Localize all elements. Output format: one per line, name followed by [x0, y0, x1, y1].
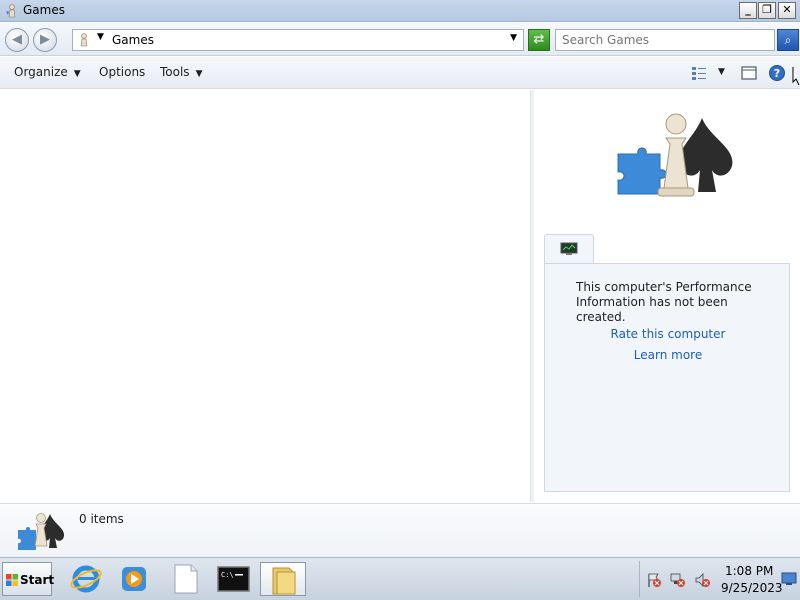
views-icon[interactable]	[690, 64, 708, 82]
options-label: Options	[99, 65, 146, 79]
volume-icon[interactable]	[695, 572, 711, 588]
minimize-button[interactable]: _	[739, 2, 757, 19]
chevron-down-icon: ▼	[195, 69, 203, 79]
restore-button[interactable]: ❐	[758, 2, 776, 19]
refresh-icon[interactable]: ⇄	[528, 29, 550, 51]
learn-more-link[interactable]: Learn more	[545, 348, 791, 362]
details-pane: 0 items	[0, 503, 800, 557]
address-bar[interactable]: ▼ Games ▼	[72, 29, 524, 51]
folder-icon	[272, 567, 296, 595]
address-row: ◀ ▶ ▼ Games ▼ ⇄ ⌕	[0, 23, 800, 56]
forward-arrow-icon[interactable]: ▶	[33, 28, 57, 52]
internet-explorer-icon[interactable]	[63, 562, 109, 596]
games-icon	[6, 4, 16, 18]
preview-pane: This computer's Performance Information …	[534, 90, 800, 502]
organize-label: Organize	[14, 65, 68, 79]
search-input[interactable]	[562, 31, 772, 49]
notification-area: 1:08 PM 9/25/2023	[639, 561, 800, 597]
help-icon[interactable]: ?	[768, 64, 786, 82]
breadcrumb-separator-icon[interactable]: ▼	[97, 32, 104, 42]
svg-text:?: ?	[774, 67, 780, 80]
games-logo-icon	[617, 113, 733, 197]
item-count: 0 items	[79, 512, 124, 526]
monitor-icon	[560, 242, 578, 255]
views-dropdown-icon[interactable]: ▼	[718, 67, 725, 77]
blank-document-icon[interactable]	[162, 562, 208, 596]
tools-label: Tools	[160, 65, 190, 79]
command-bar: Organize ▼ Options Tools ▼ ▼ ?	[0, 57, 800, 89]
network-icon[interactable]	[670, 572, 686, 588]
taskbar: Start C:\ 1:08 PM 9/25/2023	[0, 557, 800, 600]
tools-menu[interactable]: Tools ▼	[160, 65, 202, 79]
file-list-area[interactable]	[0, 90, 530, 502]
performance-message: This computer's Performance Information …	[576, 280, 752, 324]
search-icon[interactable]: ⌕	[777, 29, 799, 51]
command-prompt-icon[interactable]: C:\	[210, 562, 256, 596]
clock-time[interactable]: 1:08 PM	[725, 564, 773, 578]
window-title: Games	[23, 3, 65, 17]
mouse-cursor-icon	[792, 67, 800, 86]
performance-tab[interactable]	[544, 234, 594, 264]
clock-date[interactable]: 9/25/2023	[721, 581, 783, 595]
start-label: Start	[20, 573, 55, 587]
windows-logo-icon	[6, 574, 18, 586]
rate-computer-link[interactable]: Rate this computer	[545, 327, 791, 341]
preview-pane-icon[interactable]	[740, 64, 758, 82]
organize-menu[interactable]: Organize ▼	[14, 65, 81, 79]
taskbar-explorer-button[interactable]	[260, 562, 306, 596]
breadcrumb[interactable]: Games	[112, 33, 154, 47]
search-box[interactable]	[555, 29, 775, 51]
address-dropdown-icon[interactable]: ▼	[510, 33, 517, 43]
media-player-icon[interactable]	[111, 562, 157, 596]
games-icon	[18, 513, 64, 550]
title-bar: Games _ ❐ ✕	[0, 0, 800, 22]
svg-text:C:\: C:\	[221, 571, 234, 579]
chevron-down-icon: ▼	[73, 69, 81, 79]
games-icon	[80, 33, 88, 47]
back-arrow-icon[interactable]: ◀	[5, 28, 29, 52]
show-desktop-icon[interactable]	[781, 571, 797, 587]
close-button[interactable]: ✕	[778, 2, 796, 19]
action-center-icon[interactable]	[646, 572, 662, 588]
options-button[interactable]: Options	[99, 65, 145, 79]
performance-panel: This computer's Performance Information …	[544, 263, 790, 492]
start-button[interactable]: Start	[2, 562, 55, 596]
